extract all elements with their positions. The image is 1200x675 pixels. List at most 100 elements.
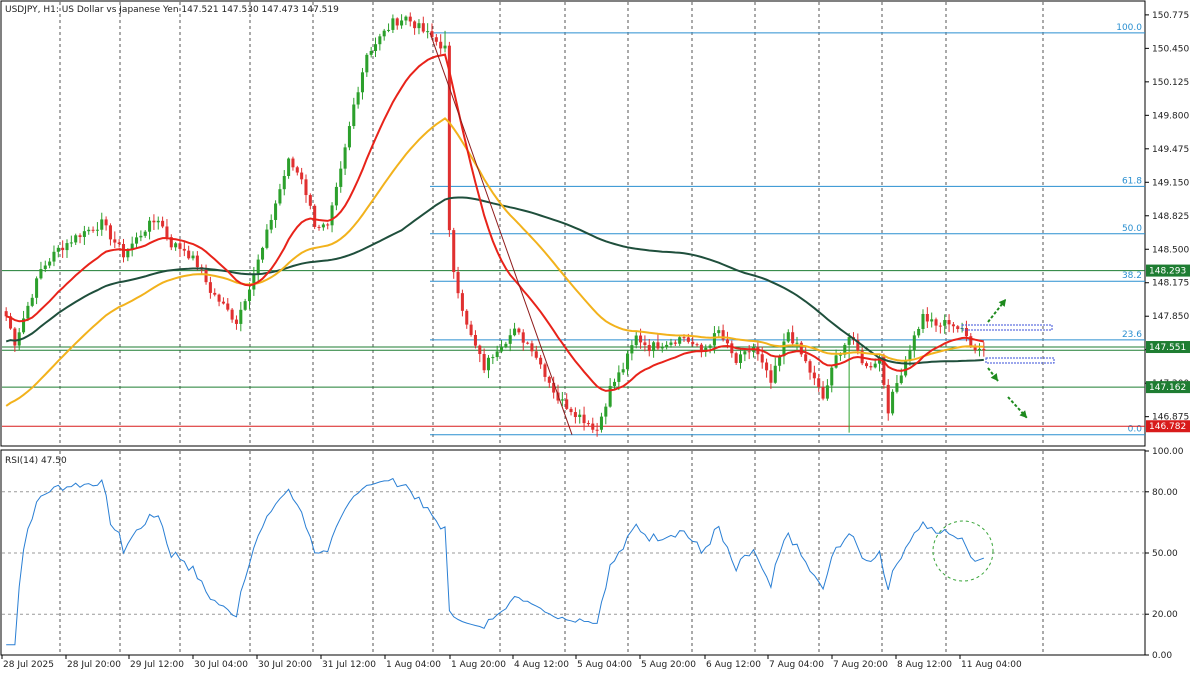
candle-body — [769, 370, 773, 383]
candle-body — [743, 351, 747, 355]
candle-body — [717, 330, 721, 334]
candle-body — [404, 16, 408, 21]
candle-body — [725, 339, 729, 344]
candle-body — [734, 353, 738, 363]
candle-body — [817, 378, 821, 388]
candle-body — [117, 242, 121, 245]
candle-body — [256, 259, 260, 275]
candle-body — [265, 229, 269, 248]
candle-body — [956, 326, 960, 330]
candle-body — [765, 362, 769, 371]
candle-body — [873, 363, 877, 368]
candle-body — [269, 219, 273, 230]
candle-body — [895, 383, 899, 392]
candle-body — [808, 361, 812, 373]
candle-body — [217, 294, 221, 302]
price-tick-label: 149.150 — [1152, 178, 1189, 188]
candle-body — [547, 376, 551, 383]
candle-body — [95, 229, 99, 231]
candle-body — [69, 242, 73, 244]
candle-body — [582, 414, 586, 424]
candle-body — [61, 247, 65, 251]
time-tick-label: 5 Aug 20:00 — [641, 660, 696, 670]
candle-body — [930, 319, 934, 322]
candle-body — [886, 384, 890, 414]
candle-body — [621, 369, 625, 373]
candle-body — [35, 278, 39, 298]
candle-body — [100, 219, 104, 230]
candle-body — [434, 37, 438, 42]
candle-body — [382, 30, 386, 37]
candle-body — [352, 104, 356, 127]
fib-level-label: 38.2 — [1122, 271, 1142, 281]
candle-body — [669, 342, 673, 345]
candle-body — [586, 423, 590, 425]
candle-body — [247, 289, 252, 302]
candle-body — [864, 363, 869, 367]
candle-body — [295, 167, 299, 173]
candle-body — [278, 189, 282, 204]
candle-body — [317, 226, 321, 228]
rsi-tick-label: 100.00 — [1152, 447, 1184, 457]
candle-body — [165, 226, 169, 238]
candle-body — [143, 231, 147, 236]
candle-body — [543, 364, 547, 377]
candle-body — [395, 18, 399, 26]
candle-body — [778, 356, 782, 366]
candle-body — [508, 335, 512, 344]
candle-body — [773, 365, 777, 383]
candle-body — [639, 335, 643, 343]
candle-body — [560, 399, 564, 401]
price-tag-label: 147.551 — [1149, 343, 1186, 353]
candle-body — [825, 385, 829, 399]
candle-body — [456, 272, 460, 294]
price-tick-label: 147.850 — [1152, 312, 1189, 322]
candle-body — [161, 220, 165, 227]
candle-body — [912, 335, 916, 351]
candle-body — [426, 31, 430, 33]
candle-body — [373, 44, 378, 52]
candle-body — [686, 337, 690, 342]
chart-canvas: 100.061.850.038.223.60.0 150.775150.4501… — [0, 0, 1190, 670]
candle-body — [152, 220, 156, 223]
candle-body — [921, 313, 925, 330]
candle-body — [643, 342, 647, 345]
candle-body — [573, 412, 577, 418]
time-tick-label: 28 Jul 2025 — [3, 660, 54, 670]
candle-body — [977, 348, 982, 351]
price-tick-label: 150.450 — [1152, 44, 1189, 54]
candle-body — [804, 354, 808, 362]
candle-body — [65, 243, 69, 251]
candle-body — [378, 36, 382, 45]
candle-body — [360, 72, 364, 93]
candle-body — [591, 423, 595, 430]
fib-level-label: 50.0 — [1122, 224, 1142, 234]
candle-body — [308, 195, 312, 206]
price-tick-label: 149.800 — [1152, 111, 1189, 121]
candle-body — [304, 179, 308, 196]
candle-body — [213, 292, 217, 295]
time-tick-label: 28 Jul 20:00 — [67, 660, 121, 670]
candle-body — [565, 399, 569, 409]
time-tick-label: 7 Aug 20:00 — [833, 660, 888, 670]
candle-body — [104, 219, 108, 226]
price-tag-label: 146.782 — [1149, 422, 1186, 432]
candle-body — [534, 351, 538, 358]
candle-body — [951, 324, 955, 327]
price-tick-label: 150.775 — [1152, 11, 1189, 21]
candle-body — [339, 168, 343, 187]
candle-body — [126, 250, 130, 258]
candle-body — [182, 248, 186, 251]
fib-level-label: 61.8 — [1122, 176, 1142, 186]
candle-body — [691, 341, 695, 345]
candle-body — [760, 354, 764, 363]
candle-body — [526, 342, 530, 344]
candle-body — [595, 429, 599, 431]
candle-body — [495, 351, 499, 358]
candle-body — [486, 357, 491, 371]
candle-body — [521, 332, 525, 343]
candle-body — [747, 351, 751, 353]
candle-body — [48, 261, 52, 266]
candle-body — [82, 231, 86, 237]
candle-body — [421, 23, 425, 32]
